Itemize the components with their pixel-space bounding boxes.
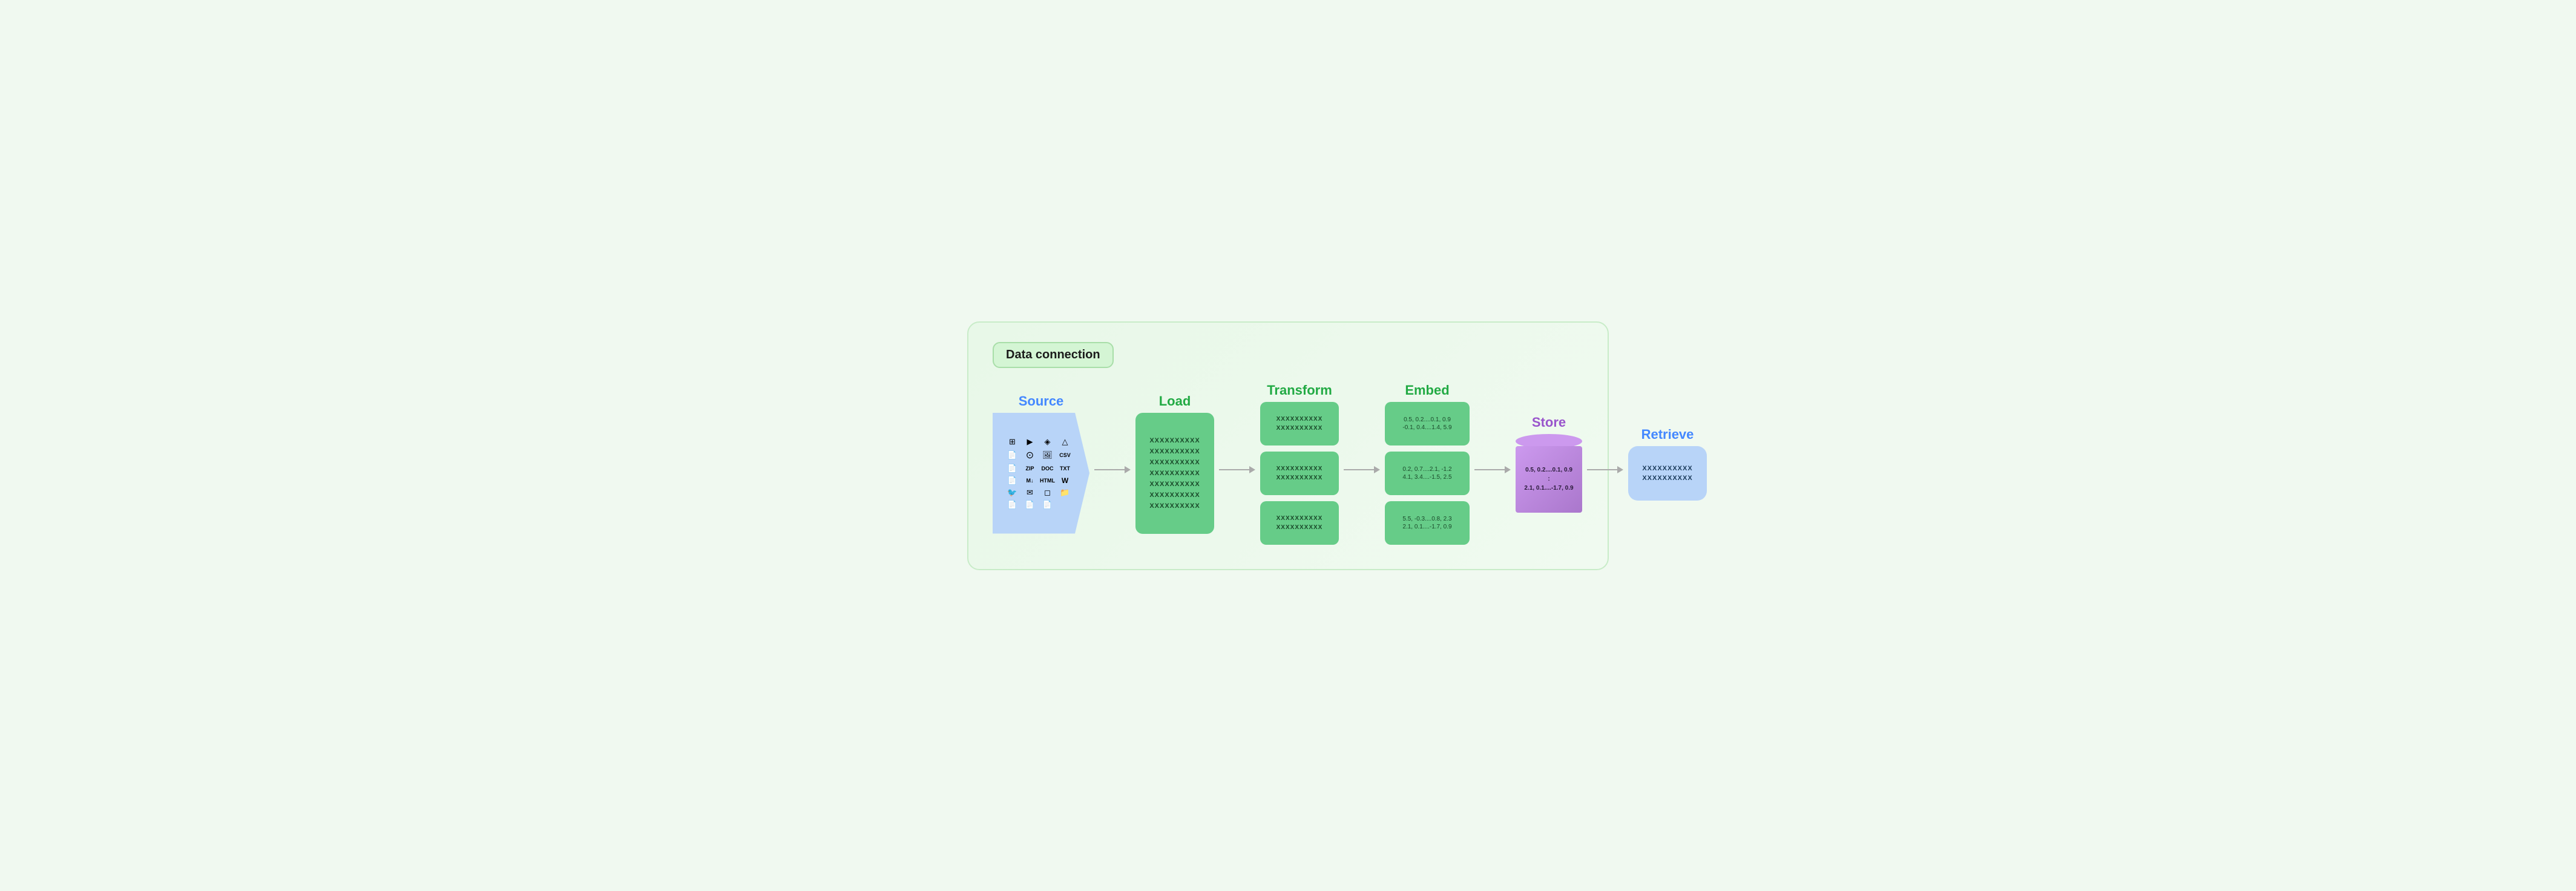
- load-column: Load XXXXXXXXXX XXXXXXXXXX XXXXXXXXXX XX…: [1135, 393, 1214, 534]
- icon-video: ▶: [1022, 437, 1037, 447]
- transform-blocks: XXXXXXXXXX XXXXXXXXXX XXXXXXXXXX XXXXXXX…: [1260, 402, 1339, 545]
- transform-3-row-1: XXXXXXXXXX: [1276, 515, 1323, 522]
- load-block: XXXXXXXXXX XXXXXXXXXX XXXXXXXXXX XXXXXXX…: [1135, 413, 1214, 534]
- load-row-3: XXXXXXXXXX: [1149, 459, 1200, 466]
- icon-doc4: 📄: [1005, 476, 1020, 485]
- icon-csv: CSV: [1057, 449, 1073, 461]
- store-label: Store: [1532, 415, 1566, 430]
- embed-column: Embed 0.5, 0.2....0.1, 0.9 -0.1, 0.4....…: [1385, 383, 1470, 545]
- icon-grid: ⊞: [1005, 437, 1020, 447]
- retrieve-block: XXXXXXXXXX XXXXXXXXXX: [1628, 446, 1707, 501]
- retrieve-column: Retrieve XXXXXXXXXX XXXXXXXXXX: [1628, 427, 1707, 501]
- load-label: Load: [1159, 393, 1191, 409]
- retrieve-label: Retrieve: [1641, 427, 1694, 442]
- icon-doc7: 📄: [1040, 500, 1055, 510]
- transform-1-row-2: XXXXXXXXXX: [1276, 425, 1323, 432]
- icon-email: ✉: [1022, 488, 1037, 498]
- arrow-source-load: [1089, 462, 1135, 477]
- diagram-container: Data connection Source ⊞ ▶ ◈ △ 📄 ⊙ 🖼 CSV: [967, 321, 1609, 570]
- diagram-title: Data connection: [1006, 348, 1100, 361]
- retrieve-row-2: XXXXXXXXXX: [1642, 475, 1692, 482]
- icon-md: M↓: [1022, 476, 1037, 485]
- icon-image: 🖼: [1040, 449, 1055, 461]
- pipeline: Source ⊞ ▶ ◈ △ 📄 ⊙ 🖼 CSV 📄 ZIP DOC: [993, 383, 1583, 545]
- transform-block-2: XXXXXXXXXX XXXXXXXXXX: [1260, 452, 1339, 495]
- embed-label: Embed: [1405, 383, 1449, 398]
- embed-blocks: 0.5, 0.2....0.1, 0.9 -0.1, 0.4....1.4, 5…: [1385, 402, 1470, 545]
- icon-twitter: 🐦: [1005, 488, 1020, 498]
- source-shape: ⊞ ▶ ◈ △ 📄 ⊙ 🖼 CSV 📄 ZIP DOC TXT 📄: [993, 413, 1089, 534]
- arrow-load-transform: [1214, 462, 1260, 477]
- transform-3-row-2: XXXXXXXXXX: [1276, 524, 1323, 531]
- transform-1-row-1: XXXXXXXXXX: [1276, 416, 1323, 422]
- cylinder: 0.5, 0.2....0.1, 0.9 : 2.1, 0.1....-1.7,…: [1516, 434, 1582, 513]
- embed-2-row-2: 4.1, 3.4....-1.5, 2.5: [1402, 474, 1451, 481]
- load-row-7: XXXXXXXXXX: [1149, 502, 1200, 510]
- icon-zip: ZIP: [1022, 464, 1037, 473]
- store-row-3: 2.1, 0.1....-1.7, 0.9: [1524, 485, 1573, 492]
- icon-doc1: 📄: [1005, 449, 1020, 461]
- icon-doc5: 📄: [1005, 500, 1020, 510]
- arrow-transform-embed: [1339, 462, 1385, 477]
- source-column: Source ⊞ ▶ ◈ △ 📄 ⊙ 🖼 CSV 📄 ZIP DOC: [993, 393, 1089, 534]
- transform-block-1: XXXXXXXXXX XXXXXXXXXX: [1260, 402, 1339, 446]
- icon-empty: [1057, 500, 1073, 510]
- transform-block-3: XXXXXXXXXX XXXXXXXXXX: [1260, 501, 1339, 545]
- embed-1-row-1: 0.5, 0.2....0.1, 0.9: [1404, 416, 1451, 423]
- embed-1-row-2: -0.1, 0.4....1.4, 5.9: [1402, 424, 1451, 431]
- load-row-4: XXXXXXXXXX: [1149, 470, 1200, 477]
- icon-doc3: DOC: [1040, 464, 1055, 473]
- icon-notion: ◻: [1040, 488, 1055, 498]
- icon-folder: 📁: [1057, 488, 1073, 498]
- icon-doc2: 📄: [1005, 464, 1020, 473]
- transform-label: Transform: [1267, 383, 1332, 398]
- icon-triangle: △: [1057, 437, 1073, 447]
- title-badge: Data connection: [993, 342, 1114, 368]
- embed-block-3: 5.5, -0.3....0.8, 2.3 2.1, 0.1....-1.7, …: [1385, 501, 1470, 545]
- cylinder-body: 0.5, 0.2....0.1, 0.9 : 2.1, 0.1....-1.7,…: [1516, 446, 1582, 513]
- retrieve-row-1: XXXXXXXXXX: [1642, 465, 1692, 472]
- embed-3-row-2: 2.1, 0.1....-1.7, 0.9: [1402, 524, 1451, 530]
- embed-block-2: 0.2, 0.7....2.1, -1.2 4.1, 3.4....-1.5, …: [1385, 452, 1470, 495]
- store-column: Store 0.5, 0.2....0.1, 0.9 : 2.1, 0.1...…: [1516, 415, 1582, 513]
- icon-html: HTML: [1040, 476, 1055, 485]
- arrow-store-retrieve: [1582, 462, 1628, 477]
- icon-discord: ◈: [1040, 437, 1055, 447]
- transform-2-row-2: XXXXXXXXXX: [1276, 475, 1323, 481]
- load-row-1: XXXXXXXXXX: [1149, 437, 1200, 444]
- store-row-2: :: [1548, 476, 1549, 482]
- embed-block-1: 0.5, 0.2....0.1, 0.9 -0.1, 0.4....1.4, 5…: [1385, 402, 1470, 446]
- source-label: Source: [1019, 393, 1064, 409]
- arrow-embed-store: [1470, 462, 1516, 477]
- transform-column: Transform XXXXXXXXXX XXXXXXXXXX XXXXXXXX…: [1260, 383, 1339, 545]
- embed-2-row-1: 0.2, 0.7....2.1, -1.2: [1402, 466, 1451, 473]
- store-row-1: 0.5, 0.2....0.1, 0.9: [1525, 467, 1572, 473]
- icon-wiki: W: [1057, 476, 1073, 485]
- load-row-5: XXXXXXXXXX: [1149, 481, 1200, 488]
- icon-github: ⊙: [1022, 449, 1037, 461]
- embed-3-row-1: 5.5, -0.3....0.8, 2.3: [1402, 516, 1451, 522]
- icon-txt: TXT: [1057, 464, 1073, 473]
- icon-doc6: 📄: [1022, 500, 1037, 510]
- source-icons: ⊞ ▶ ◈ △ 📄 ⊙ 🖼 CSV 📄 ZIP DOC TXT 📄: [1005, 437, 1073, 510]
- load-row-2: XXXXXXXXXX: [1149, 448, 1200, 455]
- store-shape: 0.5, 0.2....0.1, 0.9 : 2.1, 0.1....-1.7,…: [1516, 434, 1582, 513]
- load-row-6: XXXXXXXXXX: [1149, 492, 1200, 499]
- transform-2-row-1: XXXXXXXXXX: [1276, 465, 1323, 472]
